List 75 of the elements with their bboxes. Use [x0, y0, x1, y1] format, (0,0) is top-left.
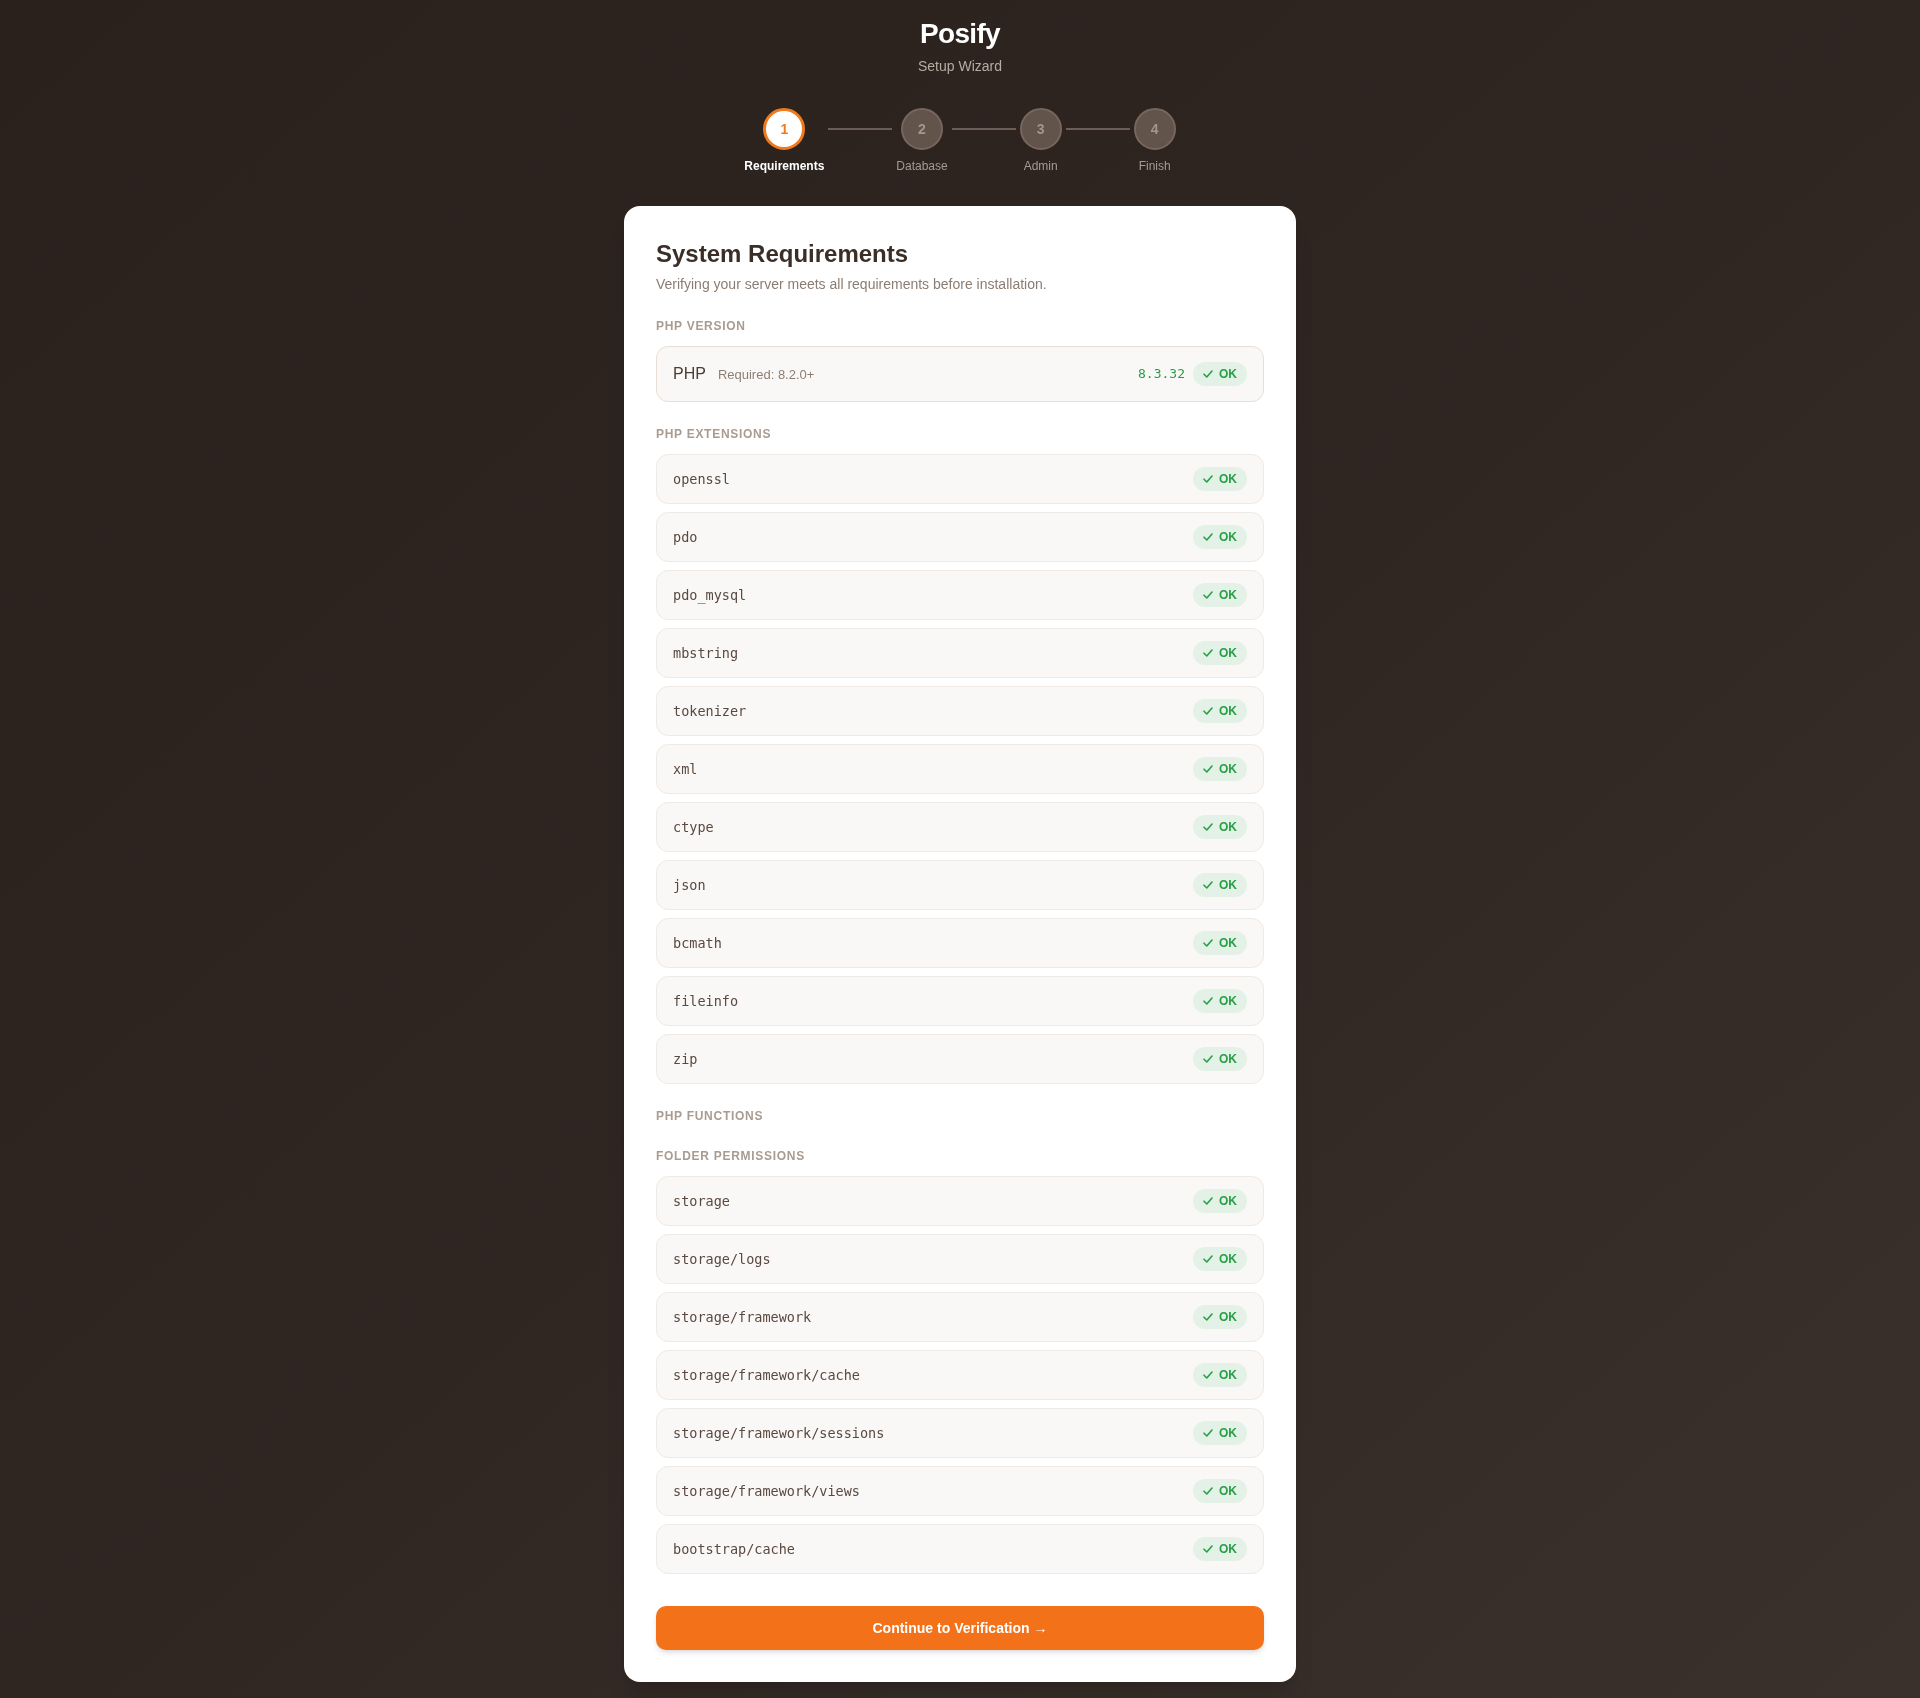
- check-icon: [1203, 649, 1213, 657]
- requirement-name: bcmath: [673, 933, 722, 953]
- status-text: OK: [1219, 935, 1237, 951]
- app-subtitle: Setup Wizard: [917, 57, 1002, 76]
- check-icon: [1203, 1545, 1213, 1553]
- status-text: OK: [1219, 1193, 1237, 1209]
- check-icon: [1203, 1313, 1213, 1321]
- requirement-name: bootstrap/cache: [673, 1539, 795, 1559]
- check-icon: [1203, 370, 1213, 378]
- requirement-name: pdo: [673, 527, 698, 547]
- requirement-name: zip: [673, 1049, 698, 1069]
- step-label: Database: [896, 158, 948, 174]
- requirement-name: fileinfo: [673, 991, 739, 1011]
- status-text: OK: [1219, 761, 1237, 777]
- continue-button[interactable]: Continue to Verification →: [656, 1606, 1264, 1650]
- requirement-name: ctype: [673, 817, 714, 837]
- status-text: OK: [1219, 587, 1237, 603]
- requirement-name: storage/framework: [673, 1307, 812, 1327]
- status-text: OK: [1219, 877, 1237, 893]
- step-label: Admin: [1023, 158, 1058, 174]
- requirement-name: storage/framework/sessions: [673, 1423, 885, 1443]
- check-icon: [1203, 881, 1213, 889]
- check-icon: [1203, 1487, 1213, 1495]
- status-text: OK: [1219, 1051, 1237, 1067]
- status-text: OK: [1219, 993, 1237, 1009]
- check-icon: [1203, 591, 1213, 599]
- check-icon: [1203, 765, 1213, 773]
- section-heading: PHP VERSION: [656, 318, 747, 334]
- requirement-name: xml: [673, 759, 698, 779]
- card-title: System Requirements: [656, 239, 910, 269]
- status-text: OK: [1219, 1309, 1237, 1325]
- requirement-name: tokenizer: [673, 701, 747, 721]
- check-icon: [1203, 1255, 1213, 1263]
- app-title: Posify: [920, 17, 1000, 51]
- check-icon: [1203, 939, 1213, 947]
- status-text: OK: [1219, 529, 1237, 545]
- step-connector: [951, 128, 1016, 130]
- status-text: OK: [1219, 1483, 1237, 1499]
- check-icon: [1203, 1371, 1213, 1379]
- requirement-name: storage/logs: [673, 1249, 771, 1269]
- status-text: OK: [1219, 1367, 1237, 1383]
- card-subtitle: Verifying your server meets all requirements before installation.: [656, 275, 1048, 294]
- check-icon: [1203, 1055, 1213, 1063]
- requirement-name: storage/framework/cache: [673, 1365, 860, 1385]
- requirement-name: mbstring: [673, 643, 739, 663]
- check-icon: [1203, 997, 1213, 1005]
- section-heading: PHP FUNCTIONS: [656, 1108, 765, 1124]
- status-text: OK: [1219, 645, 1237, 661]
- check-icon: [1203, 533, 1213, 541]
- requirement-name: storage/framework/views: [673, 1481, 860, 1501]
- status-text: OK: [1219, 471, 1237, 487]
- step-label: Requirements: [744, 158, 825, 174]
- status-text: OK: [1219, 366, 1237, 382]
- section-heading: PHP EXTENSIONS: [656, 426, 773, 442]
- step-connector: [828, 128, 893, 130]
- check-icon: [1203, 1429, 1213, 1437]
- check-icon: [1203, 475, 1213, 483]
- status-text: OK: [1219, 703, 1237, 719]
- requirement-name: openssl: [673, 469, 730, 489]
- check-icon: [1203, 707, 1213, 715]
- status-text: OK: [1219, 1425, 1237, 1441]
- step-label: Finish: [1138, 158, 1171, 174]
- status-text: OK: [1219, 819, 1237, 835]
- installed-version: 8.3.32: [1138, 365, 1185, 384]
- status-text: OK: [1219, 1251, 1237, 1267]
- section-heading: FOLDER PERMISSIONS: [656, 1148, 806, 1164]
- requirement-name: pdo_mysql: [673, 585, 747, 606]
- required-version: Required: 8.2.0+: [717, 366, 815, 384]
- check-icon: [1203, 823, 1213, 831]
- requirement-name: storage: [673, 1191, 730, 1211]
- requirement-name: json: [673, 875, 706, 895]
- requirement-name: PHP: [673, 364, 706, 384]
- status-text: OK: [1219, 1541, 1237, 1557]
- step-connector: [1065, 128, 1130, 130]
- check-icon: [1203, 1197, 1213, 1205]
